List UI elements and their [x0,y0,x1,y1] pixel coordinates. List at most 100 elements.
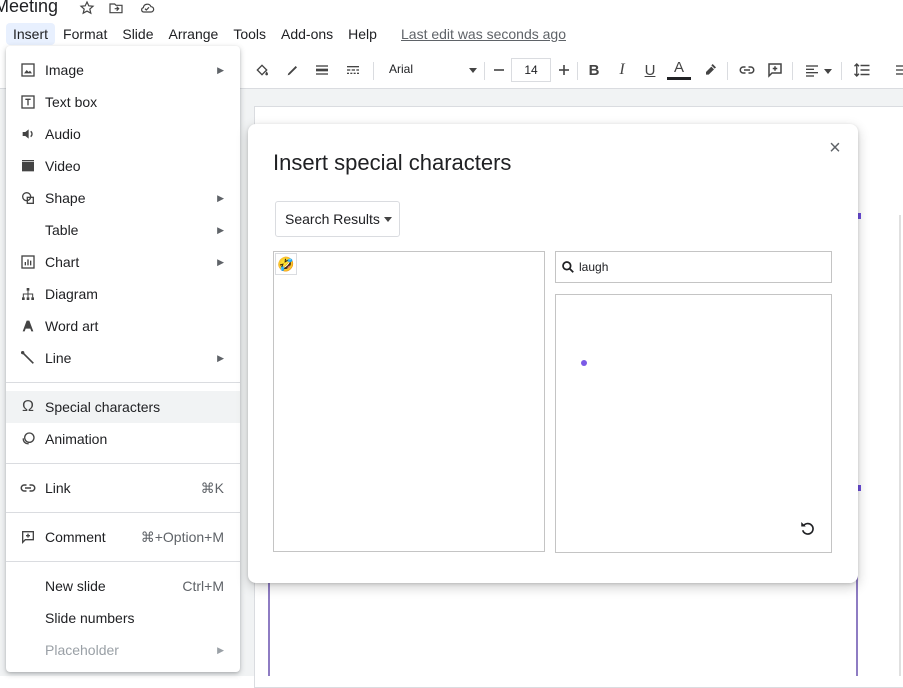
submenu-arrow-icon: ▶ [217,352,224,363]
insert-menu: Image ▶ Text box Audio Video Shape ▶ Tab… [6,46,240,672]
menu-arrange[interactable]: Arrange [162,23,226,45]
menu-item-label: Word art [45,318,99,334]
menu-item-label: Table [45,222,79,238]
menu-divider [6,382,240,383]
menu-item-chart[interactable]: Chart ▶ [6,246,240,278]
drawn-stroke [581,360,587,366]
menu-item-video[interactable]: Video [6,150,240,182]
special-characters-dialog: Insert special characters × Search Resul… [248,124,858,583]
move-folder-icon[interactable] [107,0,125,17]
menu-item-new-slide[interactable]: New slide Ctrl+M [6,570,240,602]
last-edit-link[interactable]: Last edit was seconds ago [401,26,566,42]
submenu-arrow-icon: ▶ [217,64,224,75]
menu-item-label: Video [45,158,81,174]
search-value: laugh [579,260,609,274]
menu-format[interactable]: Format [56,23,114,45]
menu-item-label: Line [45,350,72,366]
fill-color-icon[interactable] [250,58,274,82]
next-slide-edge [899,215,901,676]
menu-item-label: Audio [45,126,81,142]
audio-icon [18,124,38,144]
emoji-rolling-laughing-icon: 🤣 [277,256,295,272]
menu-item-audio[interactable]: Audio [6,118,240,150]
align-icon[interactable] [800,58,824,82]
menu-item-animation[interactable]: Animation [6,423,240,455]
menu-item-placeholder: Placeholder ▶ [6,634,240,666]
border-weight-icon[interactable] [310,58,334,82]
text-color-icon[interactable]: A [667,58,691,82]
bold-icon[interactable]: B [582,58,606,82]
submenu-arrow-icon: ▶ [217,644,224,655]
menu-item-label: Placeholder [45,642,119,658]
menu-item-label: Shape [45,190,86,206]
line-icon [18,348,38,368]
word-art-icon [18,316,38,336]
underline-icon[interactable]: U [638,58,662,82]
menu-slide[interactable]: Slide [115,23,160,45]
submenu-arrow-icon: ▶ [217,224,224,235]
menu-item-label: Link [45,480,71,496]
border-color-icon[interactable] [281,58,305,82]
font-family-select[interactable]: Arial [389,62,413,76]
menu-item-slide-numbers[interactable]: Slide numbers [6,602,240,634]
submenu-arrow-icon: ▶ [217,192,224,203]
menu-tools[interactable]: Tools [226,23,273,45]
category-label: Search Results [285,211,380,227]
menu-item-label: Diagram [45,286,98,302]
increase-font-size-icon[interactable] [552,58,576,82]
numbered-list-icon[interactable] [886,58,903,82]
menu-item-label: Image [45,62,84,78]
menu-item-label: Comment [45,529,106,545]
menu-item-special-characters[interactable]: Ω Special characters [6,391,240,423]
menu-bar: Insert Format Slide Arrange Tools Add-on… [6,22,385,46]
menu-item-label: Chart [45,254,80,270]
highlight-color-icon[interactable] [698,58,722,82]
menu-item-text-box[interactable]: Text box [6,86,240,118]
align-caret-icon[interactable] [824,69,832,74]
font-size-input[interactable]: 14 [511,58,551,82]
menu-item-line[interactable]: Line ▶ [6,342,240,374]
border-dash-icon[interactable] [341,58,365,82]
menu-divider [6,561,240,562]
line-spacing-icon[interactable] [850,58,874,82]
close-icon[interactable]: × [825,136,845,160]
diagram-icon [18,284,38,304]
menu-divider [6,512,240,513]
font-caret-icon[interactable] [469,68,477,73]
chevron-down-icon [384,217,392,222]
menu-insert[interactable]: Insert [6,23,56,45]
decrease-font-size-icon[interactable] [487,58,511,82]
menu-item-table[interactable]: Table ▶ [6,214,240,246]
drawing-area[interactable] [555,294,832,553]
category-dropdown[interactable]: Search Results [275,201,400,237]
dialog-title: Insert special characters [273,150,512,175]
cloud-saved-icon[interactable] [138,0,156,17]
menu-item-diagram[interactable]: Diagram [6,278,240,310]
menu-item-shape[interactable]: Shape ▶ [6,182,240,214]
menu-item-label: Animation [45,431,108,447]
insert-comment-icon[interactable] [763,58,787,82]
star-icon[interactable] [78,0,96,17]
insert-link-icon[interactable] [735,58,759,82]
document-title[interactable]: Meeting [0,0,58,17]
undo-icon[interactable] [798,518,818,538]
menu-item-word-art[interactable]: Word art [6,310,240,342]
menu-item-label: New slide [45,578,106,594]
menu-item-label: Slide numbers [45,610,135,626]
submenu-arrow-icon: ▶ [217,256,224,267]
menu-divider [6,463,240,464]
text-box-icon [18,92,38,112]
italic-icon[interactable]: I [610,58,634,82]
menu-item-comment[interactable]: Comment ⌘+Option+M [6,521,240,553]
menu-help[interactable]: Help [341,23,384,45]
search-input[interactable]: laugh [555,251,832,283]
result-character[interactable]: 🤣 [275,253,297,275]
menu-item-image[interactable]: Image ▶ [6,54,240,86]
menu-add-ons[interactable]: Add-ons [274,23,340,45]
search-icon [561,260,575,279]
link-icon [18,478,38,498]
chart-icon [18,252,38,272]
menu-item-link[interactable]: Link ⌘K [6,472,240,504]
image-icon [18,60,38,80]
menu-item-label: Text box [45,94,98,110]
